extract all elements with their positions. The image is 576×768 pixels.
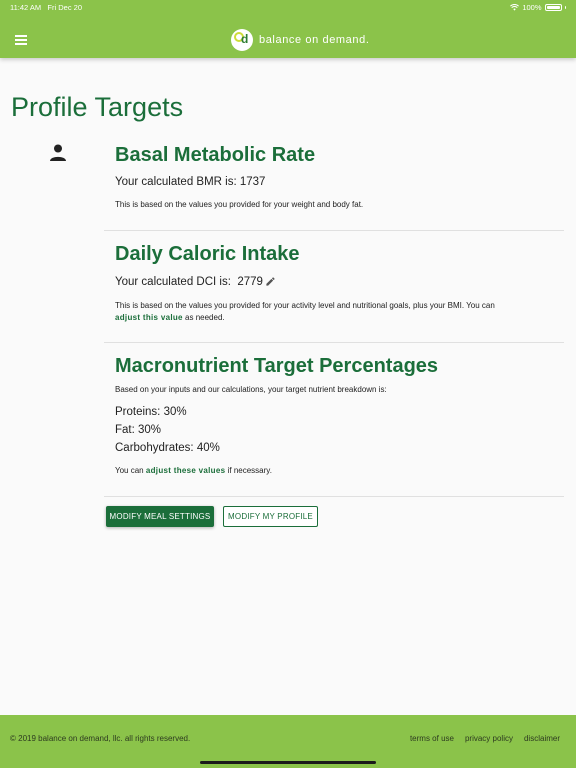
wifi-icon bbox=[510, 4, 520, 11]
macro-fat: Fat: 30% bbox=[115, 424, 162, 436]
dci-value: 2779 bbox=[237, 276, 263, 288]
home-indicator bbox=[200, 761, 376, 764]
macros-intro: Based on your inputs and our calculation… bbox=[115, 385, 387, 394]
modify-meal-settings-button[interactable]: Modify Meal Settings bbox=[106, 506, 214, 527]
status-time: 11:42 AM Fri Dec 20 bbox=[10, 3, 82, 12]
bmr-value: Your calculated BMR is: 1737 bbox=[115, 176, 266, 188]
status-right: 100% bbox=[510, 3, 566, 12]
page-title: Profile Targets bbox=[11, 92, 184, 122]
app-header: 11:42 AM Fri Dec 20 100% d balance on de… bbox=[0, 0, 576, 58]
dci-note-end: as needed. bbox=[185, 313, 225, 322]
status-bar: 11:42 AM Fri Dec 20 100% bbox=[0, 0, 576, 14]
bmr-note: This is based on the values you provided… bbox=[115, 200, 364, 209]
dci-note: This is based on the values you provided… bbox=[115, 300, 535, 324]
brand-name: balance on demand. bbox=[259, 34, 370, 46]
privacy-link[interactable]: privacy policy bbox=[465, 734, 513, 743]
dci-section: Daily Caloric Intake Your calculated DCI… bbox=[104, 230, 564, 343]
macros-section: Macronutrient Target Percentages Based o… bbox=[104, 342, 564, 497]
modify-profile-button[interactable]: Modify My Profile bbox=[223, 506, 318, 527]
macros-title: Macronutrient Target Percentages bbox=[115, 355, 439, 377]
dci-value-row: Your calculated DCI is: 2779 bbox=[115, 276, 276, 288]
macro-proteins: Proteins: 30% bbox=[115, 406, 187, 418]
brand-logo-link[interactable]: d balance on demand. bbox=[231, 29, 370, 51]
adjust-values-link[interactable]: adjust these values bbox=[146, 466, 226, 475]
edit-pencil-icon[interactable] bbox=[265, 276, 276, 287]
disclaimer-link[interactable]: disclaimer bbox=[524, 734, 560, 743]
logo-icon: d bbox=[231, 29, 253, 51]
dci-title: Daily Caloric Intake bbox=[115, 243, 300, 265]
battery-percent: 100% bbox=[522, 3, 542, 12]
person-icon bbox=[50, 144, 66, 161]
action-buttons: Modify Meal Settings Modify My Profile bbox=[104, 496, 564, 537]
macros-adjust-note: You can adjust these values if necessary… bbox=[115, 466, 272, 475]
footer: © 2019 balance on demand, llc. all right… bbox=[0, 715, 576, 768]
bmr-section: Basal Metabolic Rate Your calculated BMR… bbox=[104, 130, 564, 230]
dci-label: Your calculated DCI is: bbox=[115, 276, 231, 288]
battery-tip bbox=[564, 6, 566, 9]
footer-links: terms of use privacy policy disclaimer bbox=[410, 734, 560, 743]
macro-carbs: Carbohydrates: 40% bbox=[115, 442, 220, 454]
menu-icon[interactable] bbox=[15, 35, 27, 45]
dci-note-text: This is based on the values you provided… bbox=[115, 301, 495, 310]
copyright: © 2019 balance on demand, llc. all right… bbox=[10, 734, 191, 743]
battery-icon bbox=[544, 4, 562, 11]
bmr-title: Basal Metabolic Rate bbox=[115, 144, 316, 166]
terms-link[interactable]: terms of use bbox=[410, 734, 454, 743]
adjust-value-link[interactable]: adjust this value bbox=[115, 313, 183, 322]
